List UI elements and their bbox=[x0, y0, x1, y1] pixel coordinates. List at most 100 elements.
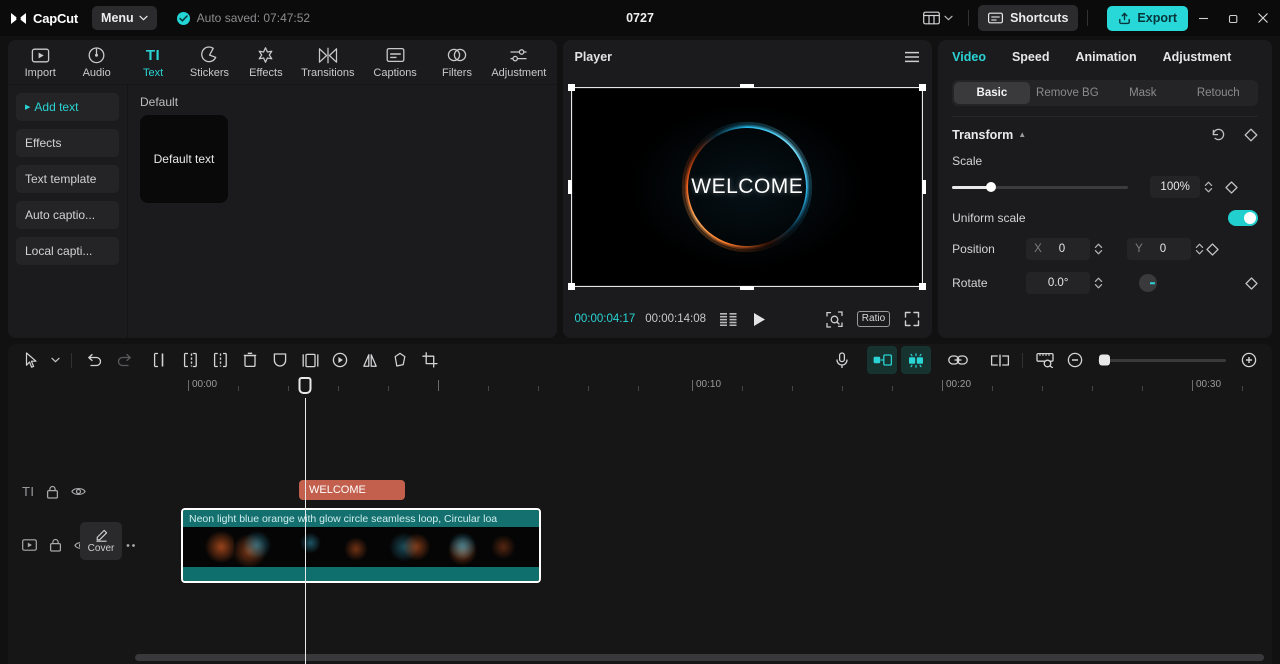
maximize-button[interactable] bbox=[1218, 0, 1248, 36]
lock-icon[interactable] bbox=[46, 485, 59, 499]
cover-button[interactable]: Cover bbox=[80, 522, 122, 560]
keyframe-play-button[interactable] bbox=[325, 346, 355, 374]
subtab-remove-bg[interactable]: Remove BG bbox=[1030, 82, 1105, 104]
tab-text[interactable]: TI Text bbox=[125, 40, 181, 84]
position-label: Position bbox=[952, 242, 995, 256]
check-icon bbox=[176, 11, 190, 25]
chevron-up-icon[interactable]: ▲ bbox=[1018, 130, 1026, 139]
tab-audio[interactable]: Audio bbox=[68, 40, 124, 84]
redo-button[interactable] bbox=[109, 346, 139, 374]
tab-stickers[interactable]: Stickers bbox=[181, 40, 237, 84]
frames-icon[interactable] bbox=[720, 312, 738, 326]
play-button[interactable] bbox=[752, 312, 766, 327]
rotate-button[interactable] bbox=[385, 346, 415, 374]
resize-handle[interactable] bbox=[740, 286, 755, 290]
auto-snap-button[interactable] bbox=[867, 346, 897, 374]
tab-filters[interactable]: Filters bbox=[429, 40, 485, 84]
resize-handle[interactable] bbox=[922, 180, 927, 194]
zoom-out-button[interactable] bbox=[1060, 346, 1090, 374]
lock-icon[interactable] bbox=[49, 538, 62, 552]
position-x-stepper[interactable] bbox=[1094, 242, 1103, 256]
eye-icon[interactable] bbox=[71, 486, 87, 497]
subtab-retouch[interactable]: Retouch bbox=[1181, 82, 1256, 104]
trim-left-button[interactable] bbox=[175, 346, 205, 374]
link-clips-button[interactable] bbox=[943, 346, 973, 374]
tab-transitions[interactable]: Transitions bbox=[294, 40, 361, 84]
scale-stepper[interactable] bbox=[1204, 180, 1213, 194]
timeline-ruler[interactable]: 00:00 00:10 00:20 00:30 00:40 bbox=[8, 376, 1272, 398]
zoom-in-button[interactable] bbox=[1234, 346, 1264, 374]
text-track-header: TI bbox=[8, 484, 87, 499]
nav-item-add-text[interactable]: ▶ Add text bbox=[16, 93, 119, 121]
adjust-thumbnail-button[interactable] bbox=[1030, 346, 1060, 374]
tab-adjustment[interactable]: Adjustment bbox=[485, 40, 552, 84]
tab-import[interactable]: Import bbox=[12, 40, 68, 84]
scale-slider-knob[interactable] bbox=[985, 182, 996, 192]
nav-item-text-template[interactable]: Text template bbox=[16, 165, 119, 193]
crop-frame-button[interactable] bbox=[295, 346, 325, 374]
delete-button[interactable] bbox=[235, 346, 265, 374]
tab-adjustment[interactable]: Adjustment bbox=[1163, 50, 1232, 64]
export-button[interactable]: Export bbox=[1107, 5, 1188, 31]
position-x-input[interactable]: X 0 bbox=[1026, 238, 1091, 260]
rotate-input[interactable]: 0.0° bbox=[1026, 272, 1091, 294]
tab-captions[interactable]: Captions bbox=[361, 40, 428, 84]
menu-button[interactable]: Menu bbox=[92, 6, 157, 30]
fullscreen-icon[interactable] bbox=[904, 311, 920, 327]
capcut-logo-icon bbox=[10, 11, 27, 26]
minimize-button[interactable] bbox=[1188, 0, 1218, 36]
hamburger-icon[interactable] bbox=[904, 51, 920, 63]
resize-handle[interactable] bbox=[740, 84, 755, 88]
layout-button[interactable] bbox=[917, 7, 959, 29]
tab-speed[interactable]: Speed bbox=[1012, 50, 1050, 64]
tab-animation[interactable]: Animation bbox=[1075, 50, 1136, 64]
nav-item-auto-captions[interactable]: Auto captio... bbox=[16, 201, 119, 229]
ruler-ticks[interactable]: 00:00 00:10 00:20 00:30 00:40 bbox=[135, 376, 1272, 398]
freeze-button[interactable] bbox=[265, 346, 295, 374]
default-text-card[interactable]: Default text bbox=[140, 115, 228, 203]
detach-audio-button[interactable] bbox=[985, 346, 1015, 374]
rotate-keyframe-icon[interactable] bbox=[1245, 276, 1258, 290]
nav-item-effects[interactable]: Effects bbox=[16, 129, 119, 157]
subtab-basic[interactable]: Basic bbox=[954, 82, 1030, 104]
subtab-mask[interactable]: Mask bbox=[1105, 82, 1180, 104]
close-button[interactable] bbox=[1248, 0, 1278, 36]
keyframe-icon[interactable] bbox=[1244, 128, 1258, 142]
text-clip[interactable]: WELCOME bbox=[299, 480, 405, 500]
scale-keyframe-icon[interactable] bbox=[1225, 180, 1238, 194]
uniform-scale-toggle[interactable] bbox=[1228, 210, 1258, 226]
position-keyframe-icon[interactable] bbox=[1206, 242, 1219, 256]
trim-right-button[interactable] bbox=[205, 346, 235, 374]
shortcuts-button[interactable]: Shortcuts bbox=[978, 5, 1079, 31]
tab-video[interactable]: Video bbox=[952, 50, 986, 64]
snapshot-icon[interactable] bbox=[826, 310, 843, 328]
track-clip-area[interactable]: WELCOME Neon light blue orange with glow… bbox=[135, 398, 1272, 664]
timeline-zoom-knob[interactable] bbox=[1099, 354, 1110, 366]
resize-handle[interactable] bbox=[568, 180, 573, 194]
nav-item-local-captions[interactable]: Local capti... bbox=[16, 237, 119, 265]
playhead-knob[interactable] bbox=[298, 377, 312, 394]
split-button[interactable] bbox=[145, 346, 175, 374]
tab-effects[interactable]: Effects bbox=[238, 40, 294, 84]
scale-value-input[interactable]: 100% bbox=[1150, 176, 1201, 198]
position-y-input[interactable]: Y 0 bbox=[1127, 238, 1192, 260]
crop-button[interactable] bbox=[415, 346, 445, 374]
select-tool-dropdown[interactable] bbox=[46, 346, 64, 374]
position-y-stepper[interactable] bbox=[1195, 242, 1204, 256]
timeline-zoom-slider[interactable] bbox=[1098, 354, 1226, 366]
mirror-button[interactable] bbox=[355, 346, 385, 374]
record-voiceover-button[interactable] bbox=[827, 346, 857, 374]
video-clip[interactable]: Neon light blue orange with glow circle … bbox=[181, 508, 541, 583]
timeline-tracks: TI Cover WELCOME Neon light blue orange … bbox=[8, 398, 1272, 664]
rotate-stepper[interactable] bbox=[1094, 276, 1103, 290]
undo-button[interactable] bbox=[79, 346, 109, 374]
scale-slider[interactable] bbox=[952, 182, 1129, 192]
video-canvas[interactable]: WELCOME bbox=[568, 84, 927, 290]
magnet-snap-button[interactable] bbox=[901, 346, 931, 374]
position-x-value: 0 bbox=[1058, 243, 1066, 255]
rotate-dial[interactable] bbox=[1139, 274, 1158, 292]
reset-icon[interactable] bbox=[1211, 127, 1226, 142]
timeline-horizontal-scrollbar[interactable] bbox=[135, 654, 1264, 661]
select-tool-button[interactable] bbox=[16, 346, 46, 374]
ratio-button[interactable]: Ratio bbox=[856, 311, 891, 327]
